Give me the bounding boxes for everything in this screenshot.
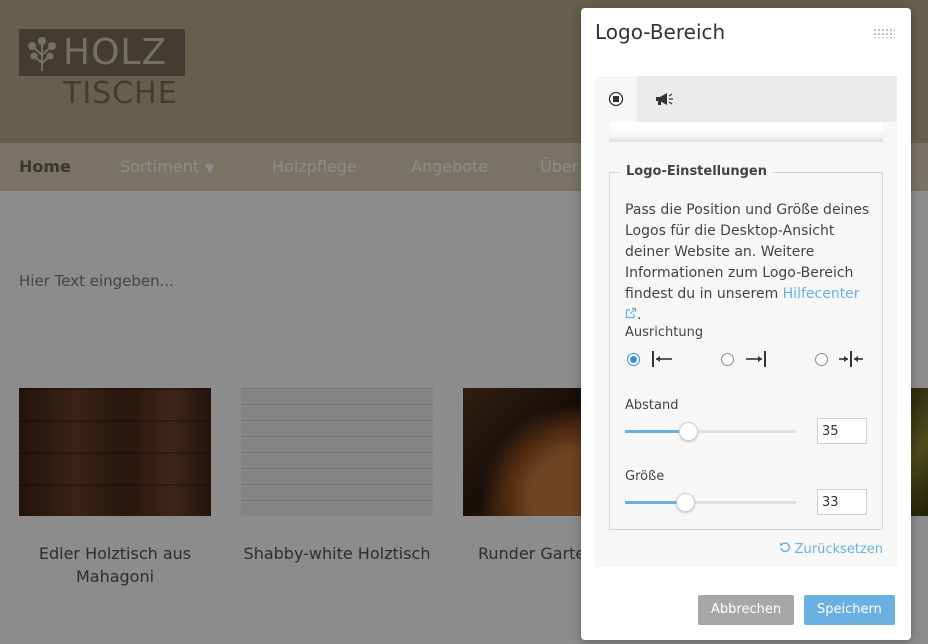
align-center-icon [839, 351, 863, 367]
logo-preview-strip [609, 122, 883, 142]
spacing-slider[interactable] [625, 422, 796, 441]
section-title: Logo-Einstellungen [620, 164, 774, 179]
size-input[interactable] [817, 489, 867, 515]
description-end: . [637, 307, 642, 323]
external-link-icon [625, 307, 637, 319]
dialog-body: Logo-Einstellungen Pass die Position und… [595, 76, 897, 567]
size-slider[interactable] [625, 493, 796, 512]
spacing-input[interactable] [817, 418, 867, 444]
tab-layout[interactable] [595, 76, 637, 122]
reset-label: Zurücksetzen [794, 542, 883, 557]
align-left-icon [652, 351, 672, 367]
tab-panel: Logo-Einstellungen Pass die Position und… [595, 122, 897, 567]
reset-icon [779, 542, 790, 553]
logo-area-dialog: Logo-Bereich Logo-Einstellungen Pass die… [581, 8, 911, 640]
alignment-label: Ausrichtung [625, 325, 704, 340]
align-left-radio[interactable] [627, 353, 640, 366]
align-center-radio[interactable] [815, 353, 828, 366]
size-label: Größe [625, 469, 665, 484]
slider-handle[interactable] [679, 422, 699, 441]
dialog-title: Logo-Bereich [595, 20, 726, 44]
align-right-icon [746, 351, 766, 367]
spacing-label: Abstand [625, 398, 679, 413]
slider-handle[interactable] [675, 493, 695, 512]
help-link-label: Hilfecenter [782, 286, 860, 302]
align-right-radio[interactable] [721, 353, 734, 366]
drag-handle-icon[interactable] [873, 28, 895, 38]
logo-settings-section: Logo-Einstellungen Pass die Position und… [609, 164, 883, 530]
layout-icon [608, 91, 624, 107]
cancel-button[interactable]: Abbrechen [698, 595, 795, 625]
reset-button[interactable]: Zurücksetzen [779, 541, 883, 557]
settings-description: Pass die Position und Größe deines Logos… [625, 200, 875, 326]
tab-marketing[interactable] [643, 76, 685, 122]
megaphone-icon [656, 93, 673, 105]
save-button[interactable]: Speichern [804, 595, 895, 625]
